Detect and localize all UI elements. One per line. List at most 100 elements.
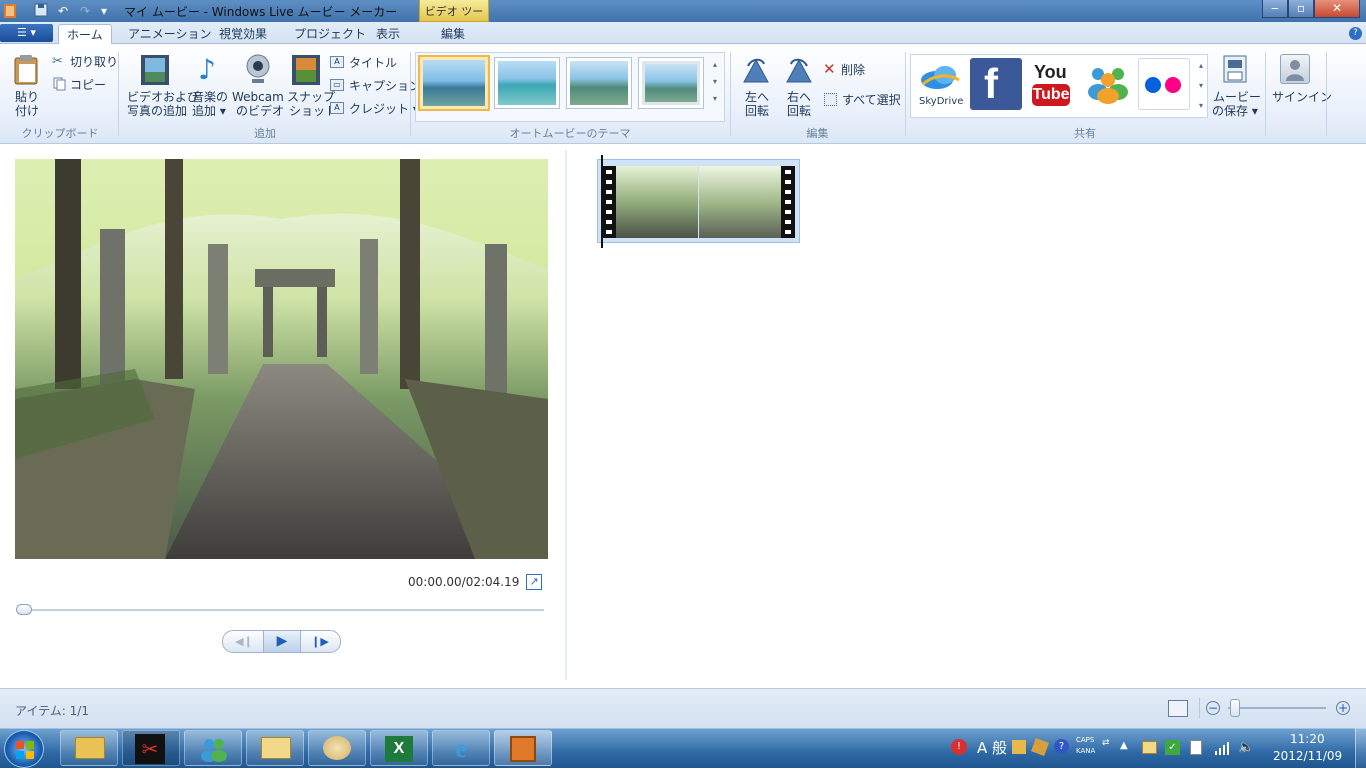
taskbar-internet-explorer[interactable]: e xyxy=(432,730,490,766)
gallery-scroll[interactable]: ▴ ▾ ▾ xyxy=(709,56,721,108)
save-movie-button[interactable]: ムービー の保存 ▾ xyxy=(1210,54,1261,120)
webcam-video-button[interactable]: Webcam のビデオ xyxy=(232,54,284,120)
theme-thumbnail[interactable] xyxy=(566,57,632,109)
share-gallery-scroll[interactable]: ▴ ▾ ▾ xyxy=(1195,56,1207,116)
start-button[interactable] xyxy=(4,730,44,768)
theme-preview-image xyxy=(570,61,628,105)
volume-muted-icon[interactable]: 🔈 xyxy=(1238,740,1254,755)
seek-thumb[interactable] xyxy=(16,604,32,615)
save-icon[interactable] xyxy=(33,3,49,19)
tray-ime-tool-icon[interactable] xyxy=(1012,740,1026,754)
tray-sync-icon[interactable]: ✓ xyxy=(1165,740,1180,755)
sprocket-holes-left xyxy=(606,170,612,234)
timeline-cursor[interactable] xyxy=(601,155,603,248)
snapshot-button[interactable]: スナップ ショット xyxy=(287,54,337,120)
network-signal-icon[interactable] xyxy=(1214,741,1230,758)
thumbnail-size-icon[interactable] xyxy=(1168,700,1188,717)
taskbar-explorer[interactable] xyxy=(60,730,118,766)
paste-label-2: 付け xyxy=(15,104,40,118)
tab-project[interactable]: プロジェクト xyxy=(286,24,374,44)
taskbar-messenger[interactable] xyxy=(184,730,242,766)
people-group-icon xyxy=(1084,64,1132,107)
rotate-left-label-2: 回転 xyxy=(745,104,770,118)
previous-frame-button[interactable]: ◀❙ xyxy=(230,633,258,651)
taskbar-app-recorder[interactable]: ✂ xyxy=(122,730,180,766)
caption-button[interactable]: ▭ キャプション xyxy=(330,78,421,94)
skydrive-button[interactable]: SkyDrive xyxy=(914,58,966,110)
zoom-out-icon[interactable]: − xyxy=(1206,701,1220,715)
sign-in-button[interactable]: サインイン xyxy=(1270,54,1332,120)
tray-device-icon[interactable] xyxy=(1190,740,1202,755)
show-desktop-button[interactable] xyxy=(1355,728,1366,768)
play-button[interactable]: ▶ xyxy=(263,631,301,652)
tab-visual-effects[interactable]: 視覚効果 xyxy=(211,24,275,44)
add-music-button[interactable]: ♪ 音楽の 追加 ▾ xyxy=(190,54,228,120)
paint-palette-icon xyxy=(323,736,351,760)
youtube-logo-tube: Tube xyxy=(1032,84,1070,106)
add-videos-photos-button[interactable]: ビデオおよび 写真の追加 xyxy=(124,54,199,120)
flickr-button[interactable] xyxy=(1138,58,1190,110)
select-all-label: すべて選択 xyxy=(842,93,901,107)
zoom-slider[interactable] xyxy=(1228,707,1326,709)
clock-time[interactable]: 11:20 xyxy=(1290,732,1325,746)
theme-thumbnail[interactable] xyxy=(418,55,490,111)
contextual-tab-header: ビデオ ツール xyxy=(419,0,489,34)
theme-thumbnail[interactable] xyxy=(494,57,560,109)
redo-icon[interactable]: ↷ xyxy=(77,3,93,19)
scissors-icon: ✂ xyxy=(52,54,63,69)
delete-button[interactable]: ✕ 削除 xyxy=(823,60,883,78)
facebook-button[interactable]: f xyxy=(970,58,1022,110)
tab-home[interactable]: ホーム xyxy=(58,24,112,44)
pane-divider[interactable] xyxy=(565,150,567,680)
title-button[interactable]: A タイトル xyxy=(330,55,410,71)
rotate-left-button[interactable]: 左へ 回転 xyxy=(738,54,776,120)
customize-quickaccess-icon[interactable]: ▾ xyxy=(96,3,112,19)
show-hidden-icons-icon[interactable]: ▲ xyxy=(1120,740,1128,751)
undo-icon[interactable]: ↶ xyxy=(55,3,71,19)
youtube-logo-you: You xyxy=(1034,62,1067,82)
copy-button[interactable]: コピー xyxy=(52,77,114,93)
theme-thumbnail[interactable] xyxy=(638,57,704,109)
seek-bar[interactable] xyxy=(16,609,544,611)
next-frame-button[interactable]: ❙▶ xyxy=(306,633,334,651)
taskbar-movie-maker[interactable] xyxy=(494,730,552,766)
rotate-right-button[interactable]: 右へ 回転 xyxy=(780,54,818,120)
rotate-right-label-2: 回転 xyxy=(787,104,812,118)
storyboard-clip[interactable] xyxy=(597,159,800,243)
help-icon[interactable]: ? xyxy=(1349,27,1362,40)
app-icon[interactable] xyxy=(2,3,18,19)
select-all-button[interactable]: すべて選択 xyxy=(823,92,903,108)
ime-mode[interactable]: A 般 xyxy=(977,737,1007,758)
paste-button[interactable]: 貼り 付け xyxy=(8,54,44,120)
group-divider xyxy=(1265,52,1266,136)
clock-date[interactable]: 2012/11/09 xyxy=(1273,749,1342,763)
zoom-slider-thumb[interactable] xyxy=(1230,699,1240,717)
tab-edit[interactable]: 編集 xyxy=(433,24,473,44)
zoom-in-icon[interactable]: + xyxy=(1336,701,1350,715)
tab-animations[interactable]: アニメーション xyxy=(120,24,220,44)
recorder-icon: ✂ xyxy=(135,734,165,764)
minimize-button[interactable]: ‒ xyxy=(1262,0,1288,18)
add-music-label-1: 音楽の xyxy=(192,90,229,104)
taskbar-photo-gallery[interactable] xyxy=(246,730,304,766)
tray-ime-help-icon[interactable]: ? xyxy=(1054,739,1069,754)
app-menu-button[interactable]: ☰ ▾ xyxy=(0,24,53,42)
youtube-button[interactable]: You Tube xyxy=(1026,58,1078,110)
ime-options-icon[interactable]: ⇄ xyxy=(1102,738,1110,748)
tab-view[interactable]: 表示 xyxy=(368,24,408,44)
video-preview[interactable] xyxy=(15,159,548,559)
tray-security-icon[interactable]: ! xyxy=(951,739,967,755)
window-title: マイ ムービー - Windows Live ムービー メーカー xyxy=(124,5,398,19)
tray-flag-icon[interactable] xyxy=(1142,741,1157,754)
taskbar-paint[interactable] xyxy=(308,730,366,766)
fullscreen-preview-icon[interactable]: ↗ xyxy=(526,574,542,590)
maximize-button[interactable]: ▫ xyxy=(1288,0,1314,18)
credits-button[interactable]: A クレジット ▾ xyxy=(330,101,419,117)
taskbar-excel[interactable]: X xyxy=(370,730,428,766)
rotate-right-icon xyxy=(783,56,815,87)
windows-live-groups-button[interactable] xyxy=(1082,58,1134,110)
theme-preview-image xyxy=(423,60,485,106)
status-divider xyxy=(1199,698,1200,718)
cut-button[interactable]: ✂ 切り取り xyxy=(52,54,118,70)
close-button[interactable]: ✕ xyxy=(1314,0,1360,18)
